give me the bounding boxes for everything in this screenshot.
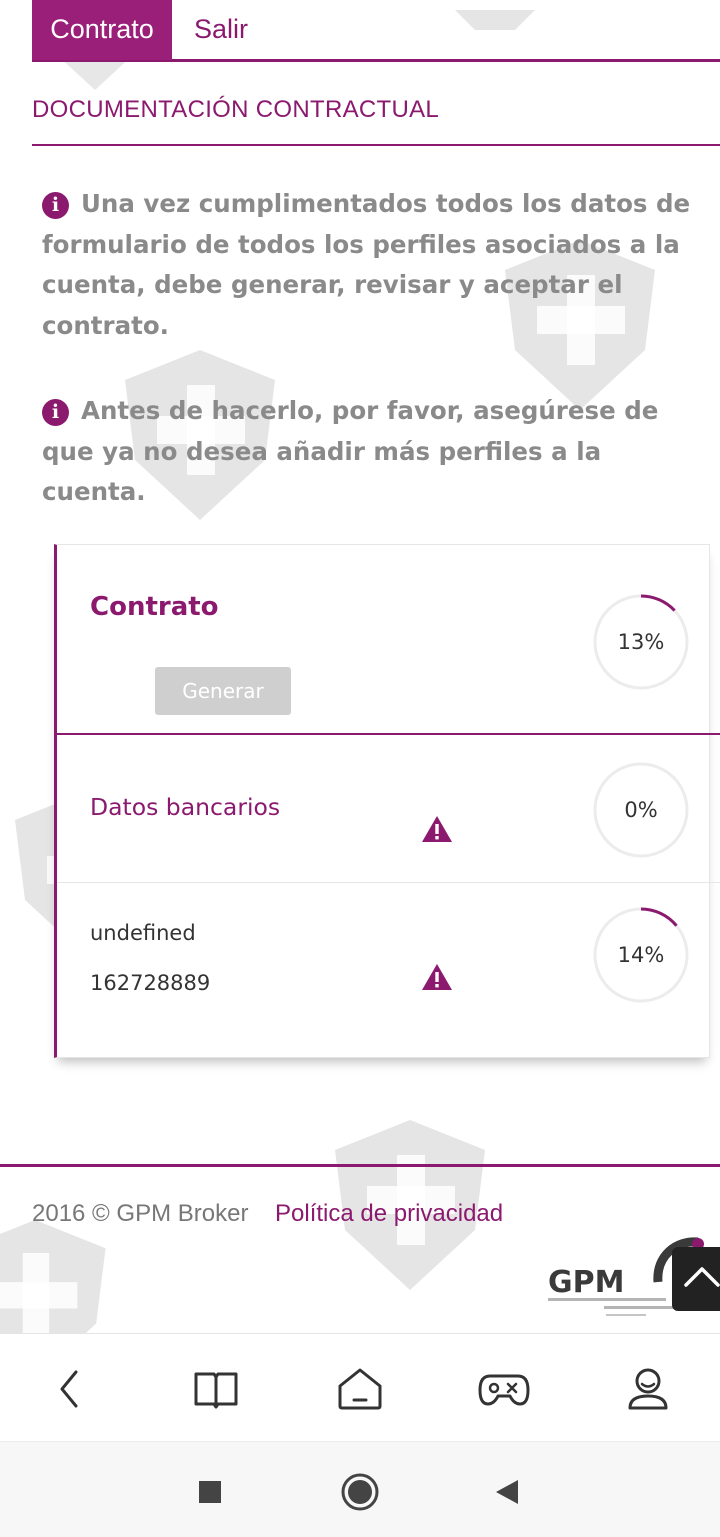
info-message-text: Antes de hacerlo, por favor, asegúrese d… bbox=[42, 396, 659, 506]
tab-salir[interactable]: Salir bbox=[194, 0, 248, 60]
contract-row: Contrato Generar 13% bbox=[57, 545, 720, 735]
tab-contrato[interactable]: Contrato bbox=[32, 0, 172, 60]
gamepad-icon[interactable] bbox=[476, 1364, 532, 1414]
bank-data-title: Datos bancarios bbox=[90, 793, 281, 821]
book-icon[interactable] bbox=[188, 1364, 244, 1414]
recents-icon[interactable] bbox=[190, 1472, 230, 1512]
progress-label: 0% bbox=[624, 798, 658, 822]
contract-card: Contrato Generar 13% Datos bancarios 0% … bbox=[54, 544, 720, 1058]
top-tabs: Contrato Salir bbox=[32, 0, 720, 62]
scroll-to-top-button[interactable] bbox=[672, 1247, 720, 1311]
progress-label: 14% bbox=[617, 943, 665, 967]
profile-name: undefined bbox=[90, 921, 196, 945]
privacy-policy-link[interactable]: Política de privacidad bbox=[275, 1200, 503, 1228]
profile-id: 162728889 bbox=[90, 971, 211, 995]
profile-row[interactable]: undefined 162728889 14% bbox=[57, 883, 720, 1059]
chevron-up-icon bbox=[684, 1267, 720, 1287]
back-triangle-icon[interactable] bbox=[488, 1472, 528, 1512]
bank-data-row[interactable]: Datos bancarios 0% bbox=[57, 735, 720, 883]
warning-icon bbox=[422, 964, 452, 990]
progress-ring: 0% bbox=[591, 760, 691, 860]
warning-icon bbox=[422, 816, 452, 842]
info-circle-icon: i bbox=[42, 192, 69, 219]
info-message-text: Una vez cumplimentados todos los datos d… bbox=[42, 189, 691, 340]
profile-icon[interactable] bbox=[620, 1364, 676, 1414]
info-message: i Una vez cumplimentados todos los datos … bbox=[42, 184, 712, 346]
info-circle-icon: i bbox=[42, 399, 69, 426]
progress-ring: 14% bbox=[591, 905, 691, 1005]
section-title: DOCUMENTACIÓN CONTRACTUAL bbox=[32, 96, 720, 146]
system-navigation-bar bbox=[0, 1441, 720, 1537]
progress-ring: 13% bbox=[591, 592, 691, 692]
info-message: i Antes de hacerlo, por favor, asegúrese … bbox=[42, 391, 712, 513]
footer-divider bbox=[0, 1164, 720, 1167]
progress-label: 13% bbox=[617, 630, 665, 654]
home-circle-icon[interactable] bbox=[338, 1470, 382, 1514]
generate-button[interactable]: Generar bbox=[155, 667, 291, 715]
copyright-text: 2016 © GPM Broker bbox=[32, 1200, 249, 1227]
logo-text: GPM bbox=[548, 1265, 624, 1300]
back-icon[interactable] bbox=[44, 1364, 100, 1414]
bottom-navigation bbox=[0, 1333, 720, 1441]
contract-title: Contrato bbox=[90, 592, 219, 622]
home-icon[interactable] bbox=[332, 1364, 388, 1414]
